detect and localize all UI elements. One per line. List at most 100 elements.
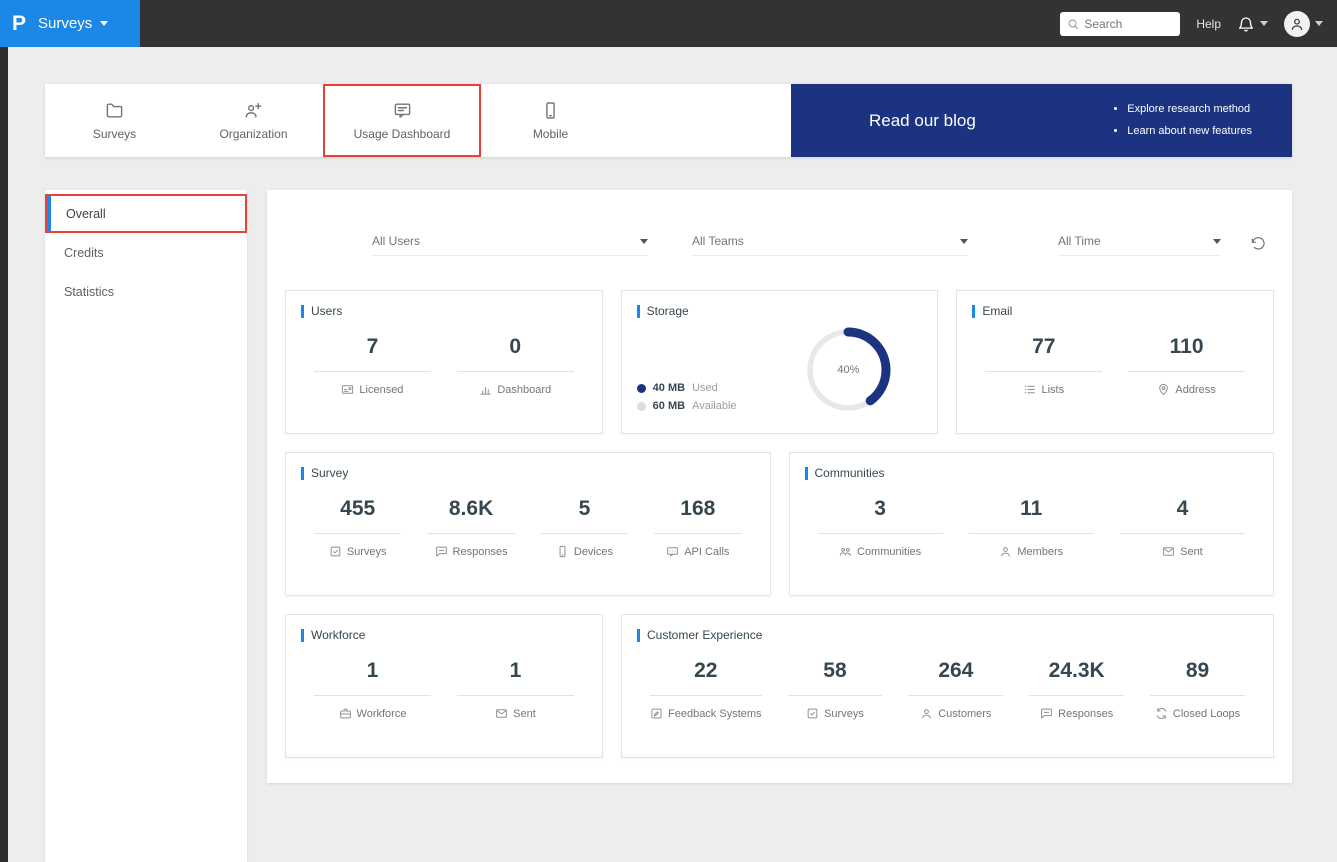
caret-down-icon: [1260, 21, 1268, 26]
search-box[interactable]: [1060, 11, 1181, 36]
brand-area[interactable]: P Surveys: [0, 0, 140, 47]
members-icon: [999, 545, 1012, 558]
customer-experience-card: Customer Experience 22 Feedback Systems …: [621, 614, 1274, 758]
stat-label: Lists: [985, 383, 1102, 396]
card-title: Customer Experience: [637, 628, 1258, 642]
legend-used: 40 MB Used: [636, 382, 737, 394]
storage-donut-chart: 40%: [802, 324, 894, 416]
caret-down-icon: [640, 238, 648, 244]
stat-responses: 24.3K Responses: [1029, 659, 1125, 720]
blog-banner-title[interactable]: Read our blog: [869, 111, 976, 131]
tab-organization[interactable]: Organization: [184, 84, 323, 157]
module-nav-card: Surveys Organization Usage Dashboard Mob…: [45, 84, 1292, 157]
stat-responses: 8.6K Responses: [427, 497, 515, 558]
mobile-icon: [541, 101, 560, 120]
responses-icon: [435, 545, 448, 558]
stat-surveys: 455 Surveys: [314, 497, 402, 558]
stat-value: 0: [456, 335, 574, 372]
cards-row-3: Workforce 1 Workforce 1 Sent Customer Ex…: [285, 614, 1274, 758]
workforce-card: Workforce 1 Workforce 1 Sent: [285, 614, 603, 758]
stat-value: 3: [817, 497, 943, 534]
users-card: Users 7 Licensed 0 Dashboard: [285, 290, 603, 434]
caret-down-icon: [1315, 21, 1323, 26]
stat-label: Customers: [908, 707, 1003, 720]
bell-icon: [1237, 15, 1255, 33]
stat-value: 455: [314, 497, 402, 534]
help-link[interactable]: Help: [1196, 17, 1221, 31]
storage-card: Storage 40 MB Used 60 MB Available 40%: [620, 290, 939, 434]
organization-icon: [244, 101, 263, 120]
stat-value: 7: [314, 335, 431, 372]
stat-label: Devices: [541, 545, 628, 558]
stat-label: Licensed: [314, 383, 431, 396]
card-title-text: Email: [982, 304, 1013, 318]
stat-label: Communities: [818, 545, 943, 558]
tab-label: Organization: [219, 126, 288, 141]
sidebar-item-overall[interactable]: Overall: [45, 194, 247, 233]
stat-value: 22: [650, 659, 762, 696]
header-actions: Help: [1060, 10, 1337, 37]
user-icon: [1289, 16, 1305, 32]
app-switcher[interactable]: Surveys: [38, 15, 109, 32]
stat-label: Feedback Systems: [650, 707, 762, 720]
tab-label: Mobile: [532, 126, 569, 141]
communities-icon: [839, 545, 852, 558]
notifications-button[interactable]: [1237, 15, 1268, 33]
sidebar-item-credits[interactable]: Credits: [45, 233, 247, 272]
stat-closed-loops: 89 Closed Loops: [1150, 659, 1245, 720]
caret-down-icon: [960, 238, 968, 244]
legend-available: 60 MB Available: [636, 400, 737, 412]
left-edge-strip: [0, 47, 8, 862]
stat-lists: 77 Lists: [985, 335, 1103, 396]
title-accent-bar: [637, 628, 640, 642]
tab-surveys[interactable]: Surveys: [45, 84, 184, 157]
search-input[interactable]: [1084, 16, 1174, 31]
app-logo[interactable]: P: [12, 12, 26, 36]
sent-icon: [1162, 545, 1175, 558]
card-title: Workforce: [301, 628, 587, 642]
card-title-text: Survey: [311, 466, 349, 480]
tab-label: Usage Dashboard: [353, 126, 451, 141]
stat-licensed: 7 Licensed: [314, 335, 431, 396]
active-indicator: [47, 196, 51, 231]
surveys-icon: [806, 707, 819, 720]
stat-label: Dashboard: [457, 383, 574, 396]
stat-value: 77: [985, 335, 1103, 372]
stat-api-calls: 168 API Calls: [654, 497, 742, 558]
blog-banner[interactable]: Read our blog Explore research method Le…: [791, 84, 1292, 157]
title-accent-bar: [301, 466, 304, 480]
available-dot: [636, 401, 646, 411]
caret-down-icon: [1213, 238, 1221, 244]
caret-down-icon: [100, 21, 109, 26]
teams-filter-dropdown[interactable]: All Teams: [692, 234, 968, 256]
sent-icon: [495, 707, 508, 720]
stat-label: Surveys: [314, 545, 401, 558]
stat-label: API Calls: [654, 545, 741, 558]
users-filter-dropdown[interactable]: All Users: [372, 234, 648, 256]
banner-bullet: Learn about new features: [1127, 121, 1252, 142]
time-filter-dropdown[interactable]: All Time: [1058, 234, 1221, 256]
card-title: Users: [301, 304, 587, 318]
stat-surveys: 58 Surveys: [787, 659, 883, 720]
card-title-text: Users: [311, 304, 343, 318]
dashboard-icon: [479, 383, 492, 396]
cards-row-1: Users 7 Licensed 0 Dashboard Storage 40 …: [285, 290, 1275, 434]
stat-sent: 4 Sent: [1119, 497, 1246, 558]
tab-label: Surveys: [92, 126, 137, 141]
stat-value: 89: [1150, 659, 1245, 696]
account-menu[interactable]: [1284, 10, 1323, 37]
sidebar-item-statistics[interactable]: Statistics: [45, 272, 247, 311]
tab-usage-dashboard[interactable]: Usage Dashboard: [323, 84, 481, 157]
avatar: [1284, 10, 1310, 37]
card-title-text: Customer Experience: [647, 628, 763, 642]
tab-mobile[interactable]: Mobile: [481, 84, 620, 157]
dropdown-value: All Users: [372, 234, 421, 248]
title-accent-bar: [301, 628, 304, 642]
stat-label: Responses: [1029, 707, 1124, 720]
api-calls-icon: [666, 545, 679, 558]
stat-value: 58: [787, 659, 883, 696]
reset-filters-icon[interactable]: [1250, 236, 1266, 252]
banner-bullet: Explore research method: [1127, 99, 1252, 120]
dropdown-value: All Teams: [692, 234, 744, 248]
app-switcher-label: Surveys: [38, 15, 93, 32]
